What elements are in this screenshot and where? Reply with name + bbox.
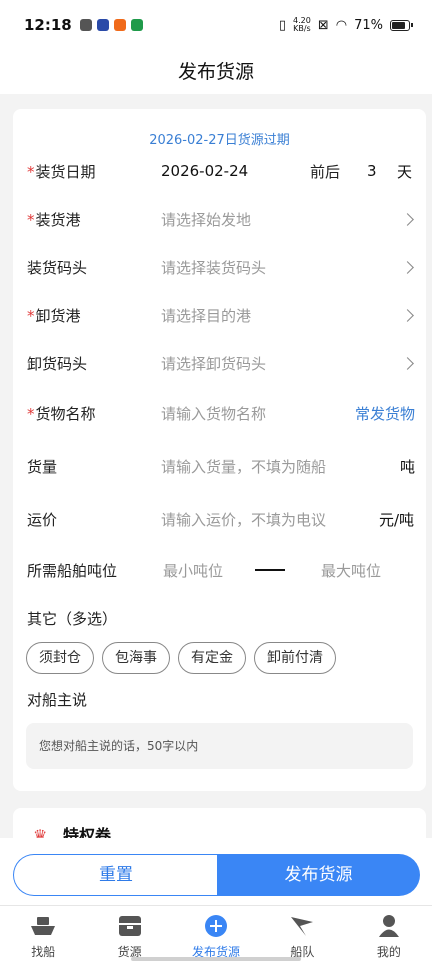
goods-name-label: *货物名称 [27,404,96,423]
plus-circle-icon [203,913,229,939]
unload-wharf-label: 卸货码头 [27,354,88,373]
user-icon [376,913,402,939]
tonnage-row: 所需船舶吨位 最小吨位 最大吨位 [13,555,426,585]
max-tonnage-input[interactable]: 最大吨位 [321,560,381,581]
expire-note: 2026-02-27日货源过期 [149,133,290,148]
app-notification-icon [79,19,92,31]
tab-cargo[interactable]: 货源 [86,906,172,964]
status-icons: ▯ 4.20 KB/s ⊠ ◠ 71% [278,17,413,33]
chevron-right-icon [401,212,414,226]
unload-port-label: *卸货港 [27,306,81,325]
tab-mine[interactable]: 我的 [346,906,432,964]
tab-label: 找船 [31,945,56,959]
vibrate-icon: ▯ [278,17,287,33]
freight-unit: 元/吨 [379,510,415,529]
tab-find-ship[interactable]: 找船 [0,906,86,964]
app-notification-icon [96,19,109,31]
chip-pay-before-unload[interactable]: 卸前付清 [254,642,336,674]
chip-sealed-hold[interactable]: 须封仓 [26,642,94,674]
freight-label: 运价 [27,510,58,529]
freight-input[interactable]: 请输入运价，不填为电议 [161,509,349,530]
goods-name-input[interactable]: 请输入货物名称 [161,403,266,424]
tab-label: 我的 [376,945,401,959]
action-bar: 重置 发布货源 [0,838,432,908]
wifi-icon: ◠ [335,17,348,33]
min-tonnage-input[interactable]: 最小吨位 [163,560,223,581]
load-port-label: *装货港 [27,210,81,229]
range-dash [255,569,285,571]
date-range-value[interactable]: 3 [367,162,377,180]
publish-form-card: 2026-02-27日货源过期 *装货日期 2026-02-24 前后 3 天 … [13,109,426,791]
tab-fleet[interactable]: 船队 [259,906,345,964]
net-speed: 4.20 KB/s [293,17,311,33]
battery-icon [390,19,413,31]
publish-button[interactable]: 发布货源 [217,854,420,896]
others-label: 其它（多选） [27,609,118,628]
sim-icon: ⊠ [317,17,329,33]
page-title: 发布货源 [0,50,432,94]
chevron-right-icon [401,356,414,370]
quantity-label: 货量 [27,457,58,476]
others-row: 其它（多选） [13,603,426,633]
app-notification-icon [130,19,143,31]
home-indicator[interactable] [131,957,301,961]
load-wharf-placeholder: 请选择装货码头 [161,258,267,277]
others-chips: 须封仓 包海事 有定金 卸前付清 [26,642,336,674]
tonnage-label: 所需船舶吨位 [27,561,118,580]
bottom-tab-bar: 找船 货源 发布货源 船队 我的 [0,905,432,964]
status-bar: 12:18 ▯ 4.20 KB/s ⊠ ◠ 71% [0,0,432,50]
status-time: 12:18 [24,16,72,34]
load-wharf-row[interactable]: 装货码头 请选择装货码头 [13,252,426,282]
load-date-value[interactable]: 2026-02-24 [161,162,248,180]
date-range-label: 前后 [310,162,341,181]
app-notification-icon [113,19,126,31]
chevron-right-icon [401,260,414,274]
chevron-right-icon [401,308,414,322]
flag-icon [289,913,315,939]
unload-port-row[interactable]: *卸货港 请选择目的港 [13,300,426,330]
unload-port-placeholder: 请选择目的港 [161,306,252,325]
cargo-icon [117,913,143,939]
load-port-placeholder: 请选择始发地 [161,210,252,229]
goods-name-row: *货物名称 请输入货物名称 常发货物 [13,398,426,428]
reset-button[interactable]: 重置 [13,854,218,896]
load-wharf-label: 装货码头 [27,258,88,277]
battery-percent: 71% [354,17,383,33]
remark-label: 对船主说 [27,691,88,709]
tab-publish[interactable]: 发布货源 [173,906,259,964]
load-date-label: *装货日期 [27,162,96,181]
chip-deposit[interactable]: 有定金 [178,642,246,674]
date-range-unit: 天 [397,162,413,181]
unload-wharf-row[interactable]: 卸货码头 请选择卸货码头 [13,348,426,378]
quantity-input[interactable]: 请输入货量，不填为随船 [161,456,349,477]
net-speed-unit: KB/s [293,24,311,33]
load-date-row[interactable]: *装货日期 2026-02-24 前后 3 天 [13,156,426,186]
unload-wharf-placeholder: 请选择卸货码头 [161,354,267,373]
load-port-row[interactable]: *装货港 请选择始发地 [13,204,426,234]
ship-icon [30,913,56,939]
quantity-unit: 吨 [400,457,416,476]
chip-maritime[interactable]: 包海事 [102,642,170,674]
frequent-goods-link[interactable]: 常发货物 [355,403,415,424]
remark-textarea[interactable]: 您想对船主说的话，50字以内 [26,723,413,769]
freight-row: 运价 请输入运价，不填为电议 元/吨 [13,504,426,534]
quantity-row: 货量 请输入货量，不填为随船 吨 [13,451,426,481]
